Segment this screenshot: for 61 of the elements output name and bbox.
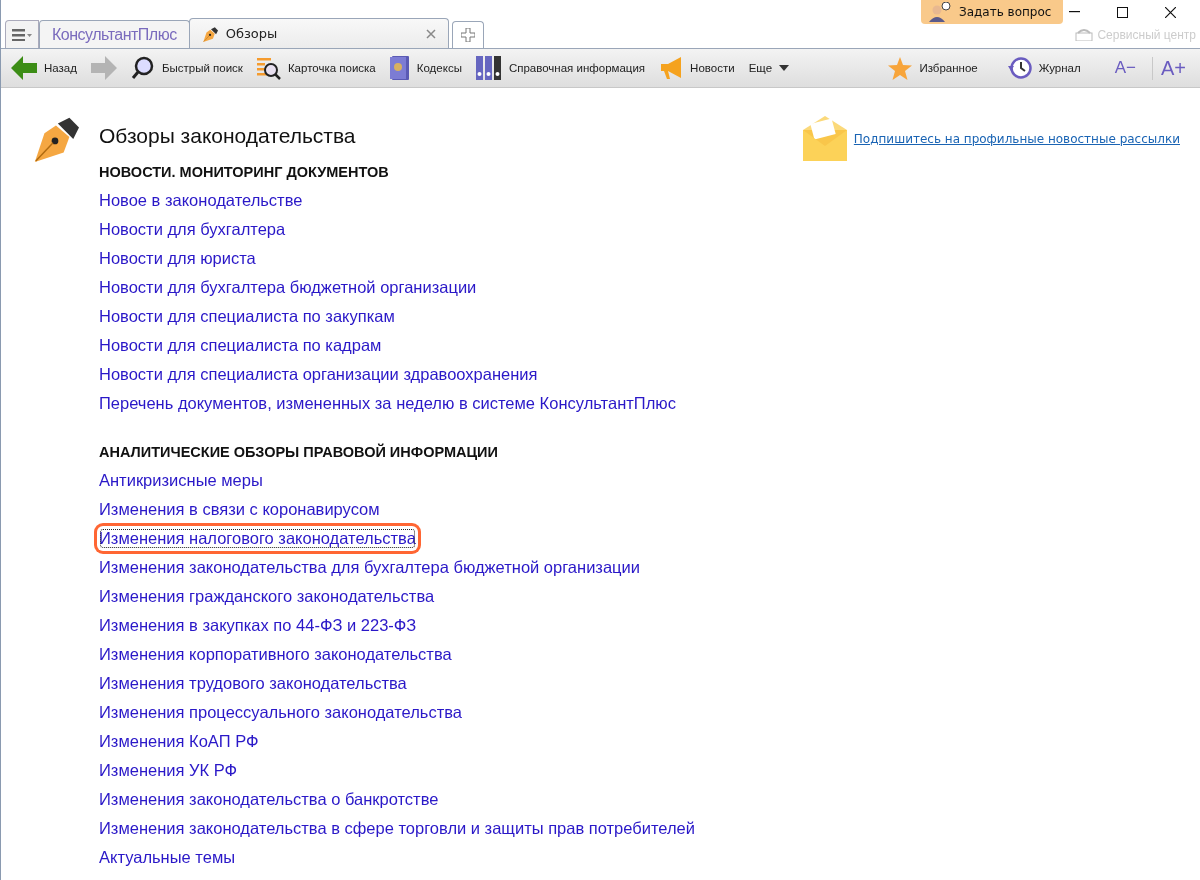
review-link[interactable]: Актуальные темы xyxy=(97,843,238,872)
review-link[interactable]: Изменения в закупках по 44-ФЗ и 223-ФЗ xyxy=(97,611,419,640)
review-link[interactable]: Изменения законодательства для бухгалтера бюджетной организации xyxy=(97,553,642,582)
review-link[interactable]: Изменения в связи с коронавирусом xyxy=(97,495,382,524)
person-icon xyxy=(929,2,951,22)
review-link[interactable]: Изменения КоАП РФ xyxy=(97,727,261,756)
envelope-icon xyxy=(801,116,848,162)
review-link[interactable]: Изменения УК РФ xyxy=(97,756,240,785)
maximize-icon xyxy=(1116,6,1128,18)
review-link[interactable]: Изменения законодательства о банкротстве xyxy=(97,785,441,814)
review-link[interactable]: Антикризисные меры xyxy=(97,466,265,495)
caret-icon xyxy=(779,65,790,71)
menu-icon xyxy=(12,28,32,41)
review-link[interactable]: Изменения гражданского законодательства xyxy=(97,582,437,611)
binders-icon xyxy=(475,56,502,80)
star-button[interactable]: Избранное xyxy=(886,54,980,82)
review-link[interactable]: Изменения трудового законодательства xyxy=(97,669,409,698)
search-icon xyxy=(130,56,155,80)
logo-tab[interactable]: КонсультантПлюс xyxy=(39,20,190,48)
menu-button[interactable] xyxy=(5,20,39,48)
back-button[interactable]: Назад xyxy=(9,54,79,82)
binders-button[interactable]: Справочная информация xyxy=(473,54,648,82)
search-card-icon xyxy=(256,56,281,80)
review-link[interactable]: Перечень документов, измененных за неделю в системе КонсультантПлюс xyxy=(97,389,678,418)
close-icon xyxy=(1164,6,1176,18)
minimize-icon xyxy=(1068,11,1080,13)
review-link[interactable]: Новости для специалиста по кадрам xyxy=(97,331,384,360)
history-button[interactable]: Журнал xyxy=(1005,54,1083,82)
card-button[interactable]: Карточка поиска xyxy=(254,54,378,82)
book-icon xyxy=(389,56,410,80)
subscribe-link[interactable]: Подпишитесь на профильные новостные рассылки xyxy=(853,132,1180,146)
review-link[interactable]: Изменения налогового законодательства xyxy=(97,526,418,551)
decrease-font-button[interactable]: A− xyxy=(1108,58,1142,78)
megaphone-icon xyxy=(659,56,684,80)
review-link[interactable]: Изменения корпоративного законодательства xyxy=(97,640,454,669)
review-link[interactable]: Изменения законодательства в сфере торговли и защиты прав потребителей xyxy=(97,814,697,843)
review-link[interactable]: Новости для бухгалтера xyxy=(97,215,288,244)
review-link[interactable]: Новое в законодательстве xyxy=(97,186,305,215)
review-link[interactable]: Новости для специалиста по закупкам xyxy=(97,302,397,331)
search-button[interactable]: Быстрый поиск xyxy=(128,54,245,82)
more-button[interactable]: Еще xyxy=(746,60,792,76)
codes-button[interactable]: Кодексы xyxy=(387,54,464,82)
clock-icon xyxy=(1007,56,1032,80)
section-heading: НОВОСТИ. МОНИТОРИНГ ДОКУМЕНТОВ xyxy=(99,164,390,180)
right-arrow-icon xyxy=(90,56,117,80)
section-heading: АНАЛИТИЧЕСКИЕ ОБЗОРЫ ПРАВОВОЙ ИНФОРМАЦИИ xyxy=(99,444,499,460)
page-tab[interactable]: Обзоры xyxy=(188,18,449,48)
review-link[interactable]: Новости для бухгалтера бюджетной организации xyxy=(97,273,479,302)
page-title: Обзоры законодательства xyxy=(99,124,357,149)
review-link[interactable]: Изменения процессуального законодательства xyxy=(97,698,464,727)
pen-nib-icon xyxy=(201,25,218,42)
review-link[interactable]: Новости для юриста xyxy=(97,244,258,273)
ask-question-button[interactable]: Задать вопрос xyxy=(921,0,1064,24)
close-icon[interactable] xyxy=(425,28,436,39)
increase-font-button[interactable]: A+ xyxy=(1151,56,1192,80)
left-arrow-icon xyxy=(11,56,37,80)
forward-button[interactable] xyxy=(88,54,119,82)
review-link[interactable]: Новости для специалиста организации здравоохранения xyxy=(97,360,540,389)
star-icon xyxy=(888,56,913,80)
news-button[interactable]: Новости xyxy=(657,54,737,82)
plus-icon xyxy=(460,28,475,42)
